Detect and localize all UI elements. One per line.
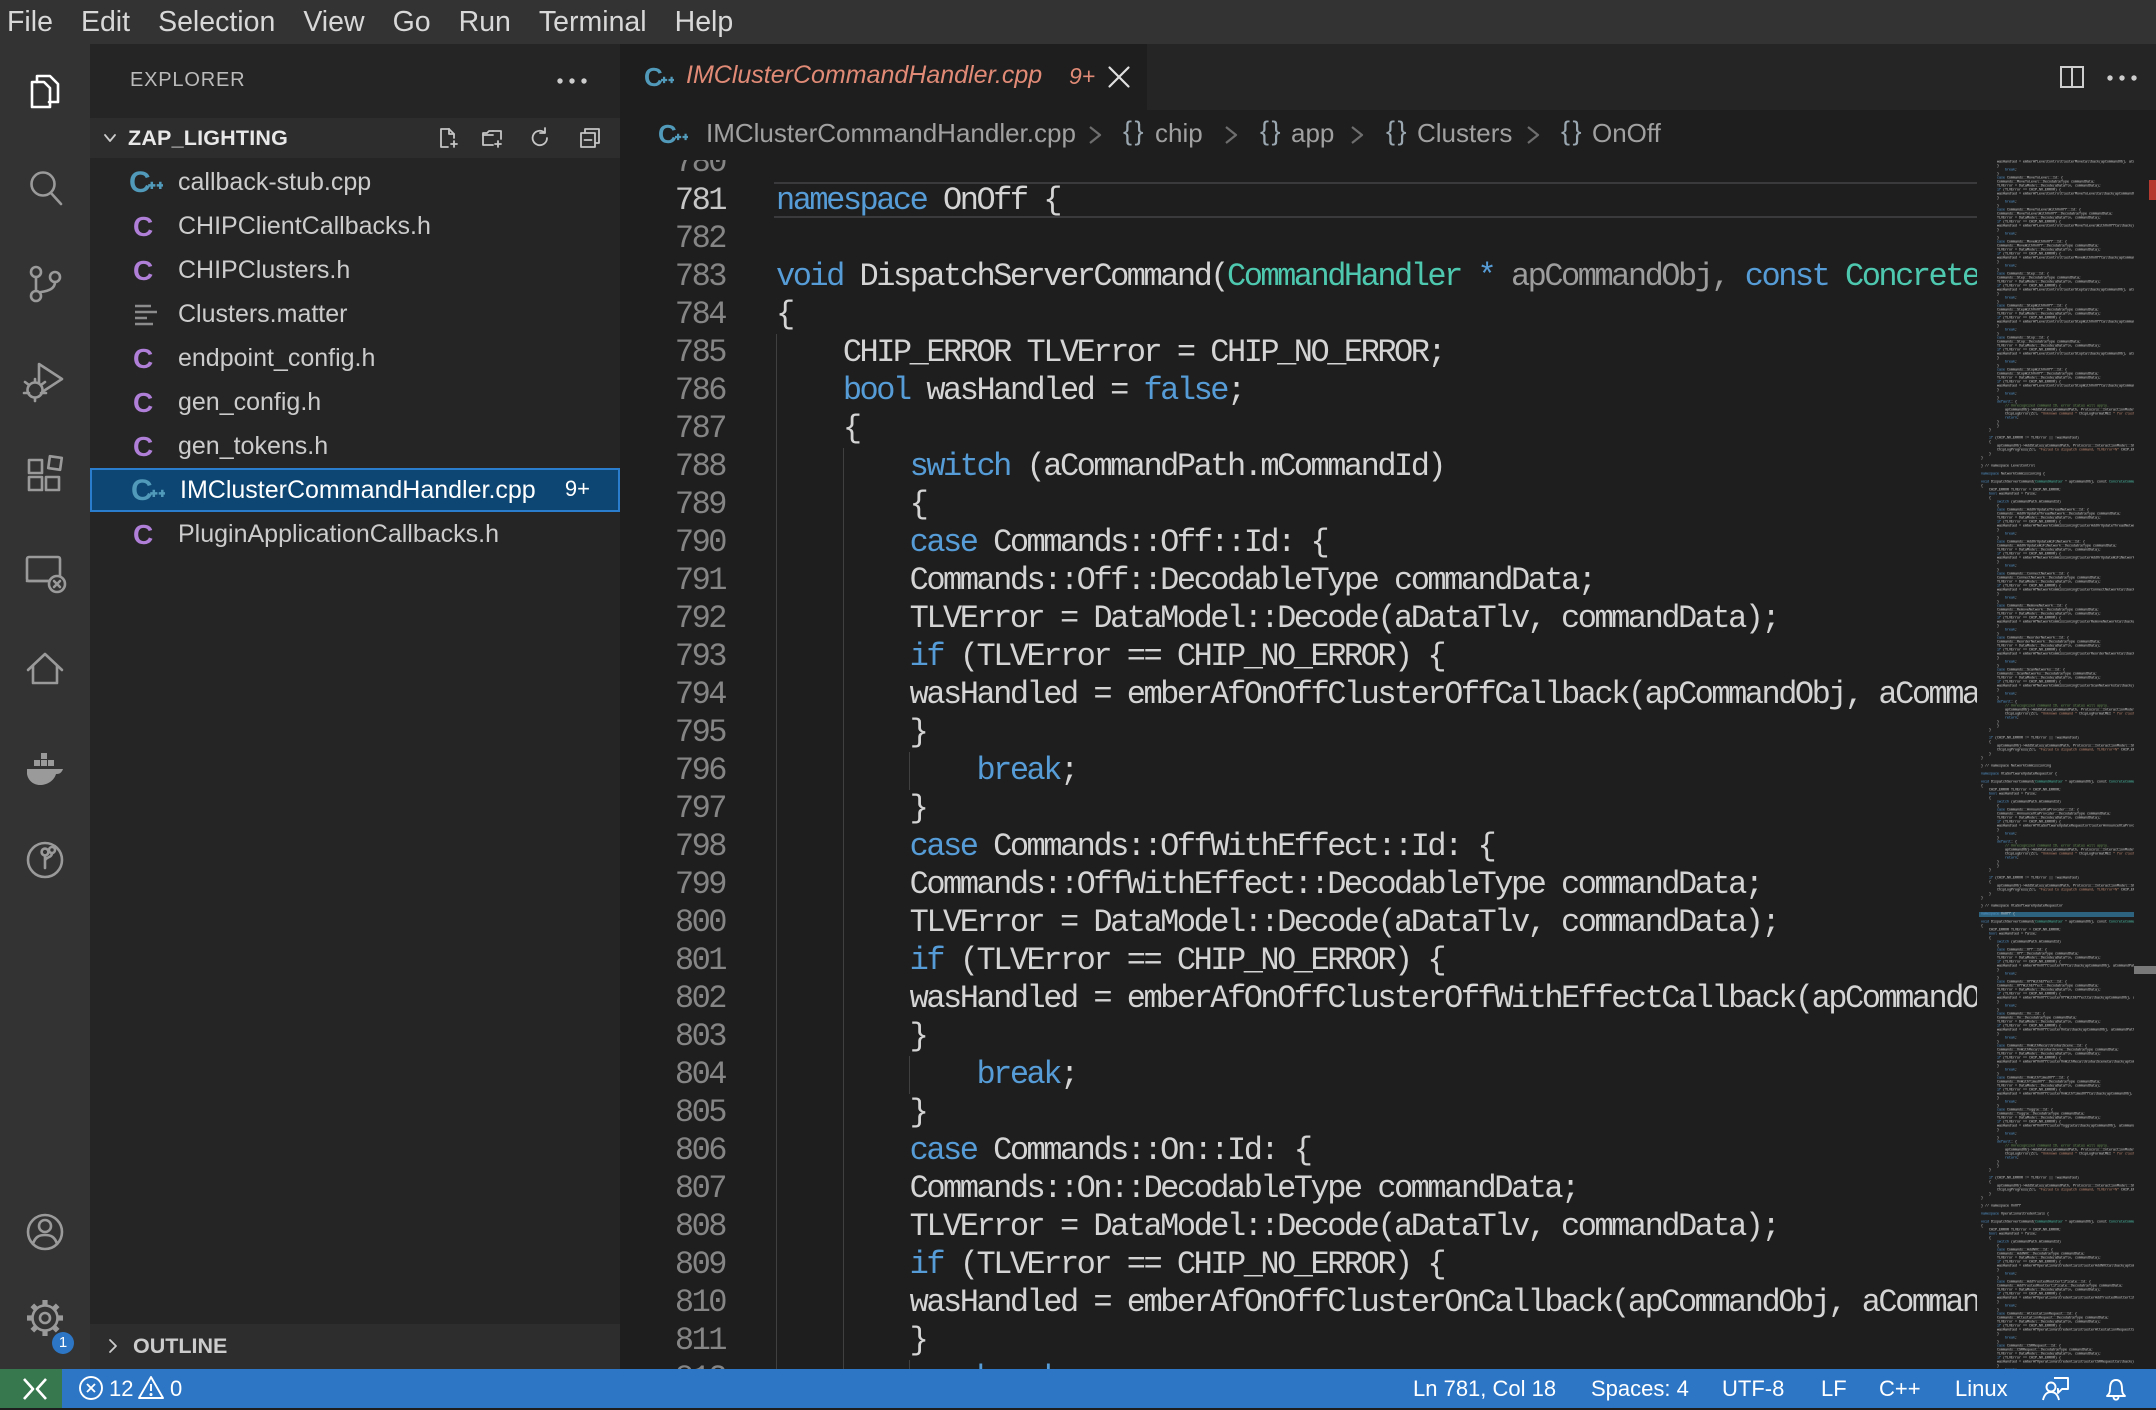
svg-text:C: C: [133, 387, 153, 418]
svg-text:C: C: [133, 431, 153, 462]
svg-text:C: C: [133, 343, 153, 374]
svg-text:C: C: [133, 211, 153, 242]
svg-text:C: C: [658, 119, 677, 149]
svg-text:C: C: [133, 519, 153, 550]
svg-text:C: C: [129, 166, 151, 199]
svg-text:C: C: [131, 474, 153, 507]
svg-text:C: C: [644, 62, 663, 92]
svg-text:C: C: [133, 255, 153, 286]
